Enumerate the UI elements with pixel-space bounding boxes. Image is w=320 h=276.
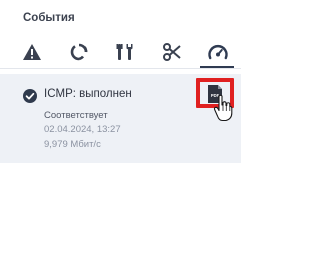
tab-divider (0, 68, 241, 69)
check-circle-icon (23, 89, 37, 103)
events-panel: События ICMP: выполнен Соответствует 02.… (0, 0, 241, 276)
warning-triangle-icon (23, 44, 41, 60)
tools-icon (116, 44, 133, 60)
panel-title: События (23, 12, 75, 24)
scissors-icon (163, 43, 181, 61)
tab-alerts[interactable] (19, 40, 45, 64)
event-datetime: 02.04.2024, 13:27 (44, 124, 121, 135)
tab-cut[interactable] (159, 40, 185, 64)
event-title: ICMP: выполнен (44, 88, 132, 100)
tab-speed[interactable] (205, 40, 231, 64)
hand-cursor-icon (213, 94, 233, 122)
tab-refresh[interactable] (66, 40, 92, 64)
tab-tools[interactable] (112, 40, 138, 64)
circle-arrows-icon (70, 43, 88, 61)
event-speed: 9,979 Мбит/с (44, 139, 101, 150)
event-status: Соответствует (44, 110, 108, 121)
speedometer-icon (208, 44, 228, 60)
